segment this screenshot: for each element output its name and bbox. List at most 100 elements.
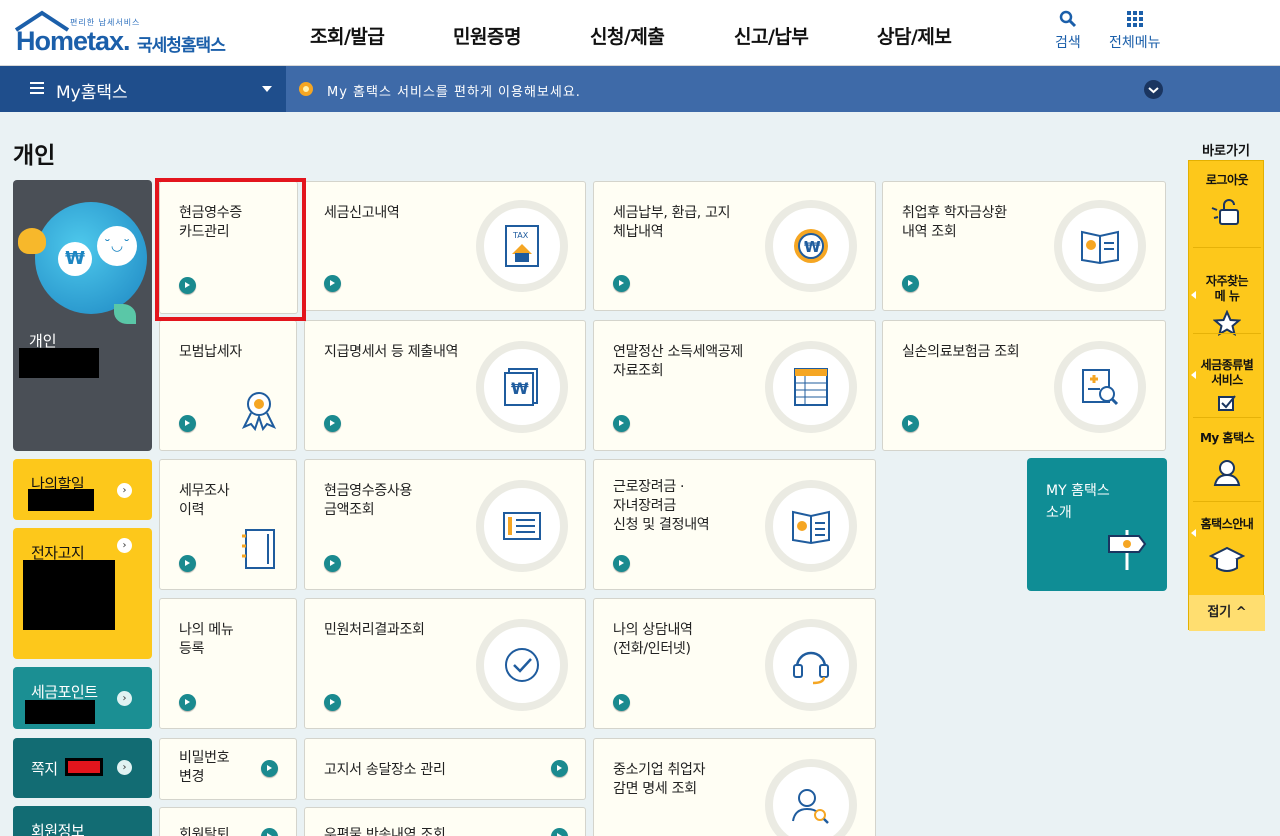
card-tax-audit[interactable]: 세무조사 이력: [159, 459, 297, 590]
card-cash-receipt-amount[interactable]: 현금영수증사용 금액조회: [304, 459, 586, 590]
card-year-end-deduction[interactable]: 연말정산 소득세액공제 자료조회: [593, 320, 876, 451]
icon-ring: [765, 759, 857, 836]
card-student-loan[interactable]: 취업후 학자금상환 내역 조회: [882, 181, 1166, 311]
svg-text:₩: ₩: [511, 379, 529, 398]
notice-toggle-button[interactable]: [1144, 80, 1163, 99]
card-change-password[interactable]: 비밀번호 변경: [159, 738, 297, 800]
card-label: 나의 메뉴 등록: [179, 622, 234, 657]
card-tax-filing[interactable]: 세금신고내역 TAX: [304, 181, 586, 311]
signpost-icon: [1108, 530, 1147, 570]
arrow-right-icon: [179, 555, 196, 572]
icon-ring: [765, 619, 857, 711]
won-badge-icon: ₩: [58, 242, 92, 276]
logo-korean: 국세청홈택스: [137, 36, 226, 56]
icon-ring: [476, 480, 568, 572]
quick-arrow-icon: [1191, 529, 1196, 537]
smile-face-icon: ˘◡˘: [97, 226, 137, 266]
arrow-right-icon: [613, 555, 630, 572]
my-hometax-dropdown[interactable]: My홈택스: [0, 66, 286, 112]
quick-faq-menu[interactable]: 자주찾는 메 뉴: [1189, 259, 1265, 351]
card-label: 근로장려금 · 자녀장려금 신청 및 결정내역: [613, 479, 710, 533]
taxpoint-label: 세금포인트: [31, 683, 98, 701]
redacted-todo-count: [28, 489, 94, 511]
quick-logout-label: 로그아웃: [1205, 173, 1249, 187]
quick-tax-service-label: 세금종류별 서비스: [1200, 358, 1254, 387]
nav-certificate[interactable]: 민원증명: [453, 22, 521, 49]
card-notice-address[interactable]: 고지서 송달장소 관리: [304, 738, 586, 800]
chevron-down-icon: [1148, 87, 1159, 94]
card-model-taxpayer[interactable]: 모범납세자: [159, 320, 297, 451]
nav-inquiry[interactable]: 조회/발급: [310, 22, 385, 49]
enotice-tile[interactable]: 전자고지 ›: [13, 528, 152, 659]
card-label: 지급명세서 등 제출내역: [324, 344, 459, 360]
card-tax-payment[interactable]: 세금납부, 환급, 고지 체납내역 ₩: [593, 181, 876, 311]
arrow-right-icon: [261, 760, 278, 777]
card-consult-history[interactable]: 나의 상담내역 (전화/인터넷): [593, 598, 876, 729]
arrow-right-icon: [324, 415, 341, 432]
spreadsheet-icon: [794, 368, 828, 406]
all-menu-button[interactable]: 전체메뉴: [1109, 10, 1161, 52]
card-civil-result[interactable]: 민원처리결과조회: [304, 598, 586, 729]
card-withdraw[interactable]: 회원탈퇴: [159, 807, 297, 836]
search-button[interactable]: 검색: [1055, 10, 1081, 52]
quick-menu-title: 바로가기: [1202, 144, 1250, 159]
card-label: 현금영수증사용 금액조회: [324, 483, 413, 518]
hometax-logo[interactable]: 편리한 납세서비스 Hometax. 국세청홈택스: [12, 8, 232, 58]
icon-ring: [1054, 200, 1146, 292]
tax-house-icon: TAX: [505, 225, 539, 267]
card-label: 민원처리결과조회: [324, 622, 425, 638]
search-icon: [1059, 10, 1076, 28]
icon-ring: ₩: [765, 200, 857, 292]
user-search-icon: [792, 789, 829, 824]
check-circle-icon: [505, 648, 539, 682]
quick-fold-button[interactable]: 접기 ^: [1189, 595, 1265, 631]
quick-logout[interactable]: 로그아웃: [1189, 173, 1265, 226]
hamburger-icon: [30, 82, 44, 94]
nav-consult[interactable]: 상담/제보: [877, 22, 952, 49]
arrow-right-icon: [551, 760, 568, 777]
card-payment-statement[interactable]: 지급명세서 등 제출내역 ₩: [304, 320, 586, 451]
arrow-right-icon: [613, 275, 630, 292]
icon-ring: TAX: [476, 200, 568, 292]
svg-text:₩: ₩: [804, 238, 821, 256]
card-earned-income-credit[interactable]: 근로장려금 · 자녀장려금 신청 및 결정내역: [593, 459, 876, 590]
logo-wordmark: Hometax.: [16, 26, 131, 56]
notice-text: My 홈택스 서비스를 편하게 이용해보세요.: [327, 85, 581, 100]
chevron-right-icon: ›: [117, 483, 132, 498]
message-tile[interactable]: 쪽지 ›: [13, 738, 152, 798]
search-label: 검색: [1055, 35, 1081, 51]
member-tile[interactable]: 회원정보: [13, 806, 152, 836]
quick-my-hometax[interactable]: My 홈택스: [1189, 431, 1265, 486]
top-header: 편리한 납세서비스 Hometax. 국세청홈택스 조회/발급 민원증명 신청/…: [0, 0, 1280, 66]
quick-hometax-guide[interactable]: 홈택스안내: [1189, 517, 1265, 574]
card-label: 연말정산 소득세액공제 자료조회: [613, 344, 743, 379]
card-sme-reduction[interactable]: 중소기업 취업자 감면 명세 조회: [593, 738, 876, 836]
card-my-menu[interactable]: 나의 메뉴 등록: [159, 598, 297, 729]
member-label: 회원정보: [31, 822, 85, 836]
user-icon: [1213, 460, 1241, 486]
grid-menu-icon: [1126, 11, 1143, 27]
quick-tax-service[interactable]: 세금종류별 서비스: [1189, 343, 1265, 427]
divider: [1193, 417, 1261, 418]
intro-label: MY 홈택스 소개: [1046, 483, 1110, 521]
card-label: 모범납세자: [179, 344, 242, 360]
my-hometax-intro-tile[interactable]: MY 홈택스 소개: [1027, 458, 1167, 591]
arrow-right-icon: [613, 415, 630, 432]
taxpoint-tile[interactable]: 세금포인트 ›: [13, 667, 152, 729]
card-mail-return[interactable]: 우편물 반송내역 조회: [304, 807, 586, 836]
svg-text:TAX: TAX: [512, 231, 529, 240]
book-plus-icon: [792, 510, 830, 545]
won-document-icon: ₩: [504, 368, 538, 406]
card-label: 세무조사 이력: [179, 483, 230, 518]
divider: [1193, 501, 1261, 502]
card-medical-insurance[interactable]: 실손의료보험금 조회: [882, 320, 1166, 451]
hat-icon: [1209, 546, 1245, 572]
book-plus-icon: [1081, 230, 1119, 265]
nav-apply[interactable]: 신청/제출: [590, 22, 665, 49]
card-label: 중소기업 취업자 감면 명세 조회: [613, 762, 706, 797]
todo-tile[interactable]: 나의할일 ›: [13, 459, 152, 520]
all-menu-label: 전체메뉴: [1109, 35, 1161, 51]
redacted-enotice-count: [23, 560, 115, 630]
nav-report[interactable]: 신고/납부: [734, 22, 809, 49]
icon-ring: [765, 480, 857, 572]
